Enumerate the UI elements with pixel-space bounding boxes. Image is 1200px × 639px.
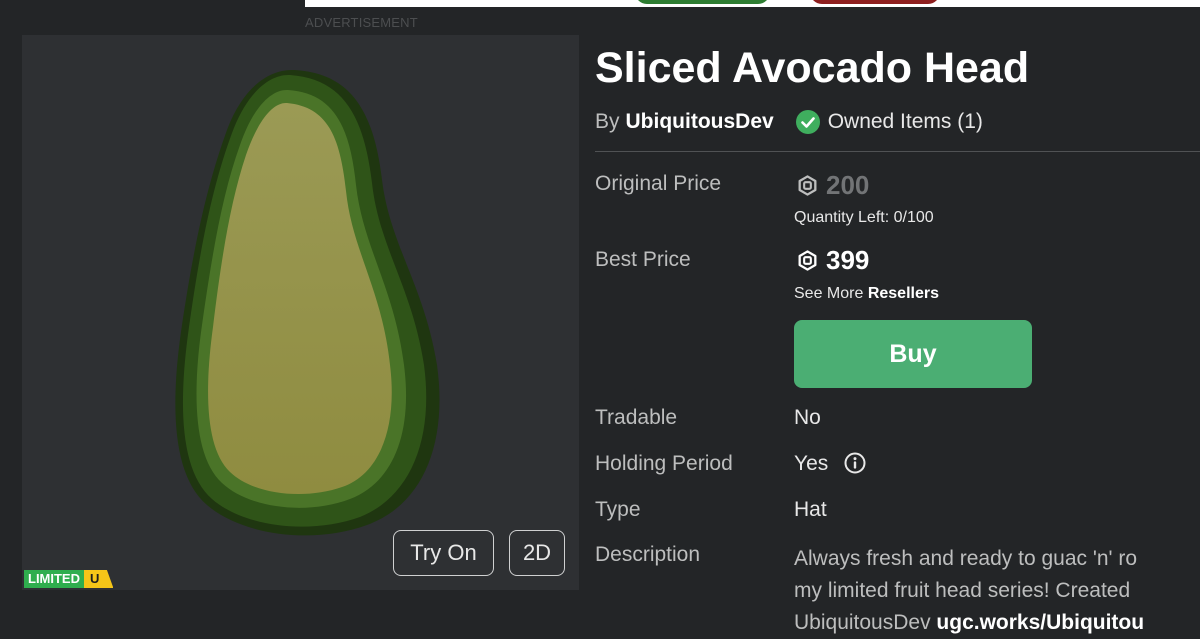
info-icon[interactable] <box>844 452 866 474</box>
item-title: Sliced Avocado Head <box>595 44 1030 92</box>
see-more-prefix: See More <box>794 285 864 302</box>
robux-icon <box>798 175 817 196</box>
header-divider <box>595 151 1200 152</box>
type-label: Type <box>595 498 641 521</box>
best-price: 399 <box>797 245 869 276</box>
description-line-prefix: UbiquitousDev <box>794 611 931 634</box>
best-price-value: 399 <box>826 245 870 275</box>
try-on-button[interactable]: Try On <box>393 530 494 576</box>
tradable-label: Tradable <box>595 406 678 429</box>
holding-period-row: Yes <box>794 452 866 476</box>
quantity-left: Quantity Left: 0/100 <box>794 209 934 226</box>
description-text: Always fresh and ready to guac 'n' ro my… <box>794 543 1200 639</box>
robux-icon <box>798 250 817 271</box>
by-prefix: By <box>595 110 620 133</box>
creator-link[interactable]: UbiquitousDev <box>626 110 774 134</box>
limited-badge-label: LIMITED <box>24 570 84 588</box>
creator-row: By UbiquitousDev Owned Items (1) <box>595 110 983 134</box>
ad-green-shape <box>635 0 770 4</box>
buy-button[interactable]: Buy <box>794 320 1032 388</box>
limited-unique-badge: LIMITED U <box>24 570 114 588</box>
holding-period-value: Yes <box>794 452 829 475</box>
view-2d-button[interactable]: 2D <box>509 530 565 576</box>
description-line: UbiquitousDev ugc.works/Ubiquitou <box>794 607 1200 639</box>
ad-label: ADVERTISEMENT <box>305 15 418 30</box>
ad-red-shape <box>810 0 940 4</box>
best-price-label: Best Price <box>595 248 691 271</box>
original-price: 200 <box>797 170 869 201</box>
unique-badge-label: U <box>84 570 114 588</box>
avocado-image <box>175 69 440 536</box>
type-value: Hat <box>794 498 827 521</box>
owned-items-link[interactable]: Owned Items (1) <box>828 110 983 134</box>
check-circle-icon <box>795 110 820 134</box>
holding-period-label: Holding Period <box>595 452 733 475</box>
original-price-label: Original Price <box>595 172 722 195</box>
description-link[interactable]: ugc.works/Ubiquitou <box>936 611 1144 634</box>
see-more-resellers: See More Resellers <box>794 285 939 303</box>
tradable-value: No <box>794 406 821 429</box>
description-line: Always fresh and ready to guac 'n' ro <box>794 547 1138 570</box>
resellers-link[interactable]: Resellers <box>868 285 939 302</box>
description-label: Description <box>595 543 701 566</box>
description-line: my limited fruit head series! Created <box>794 579 1131 602</box>
item-thumbnail: Try On 2D LIMITED U <box>22 35 579 590</box>
original-price-value: 200 <box>826 170 870 200</box>
ad-banner[interactable] <box>305 0 1200 7</box>
